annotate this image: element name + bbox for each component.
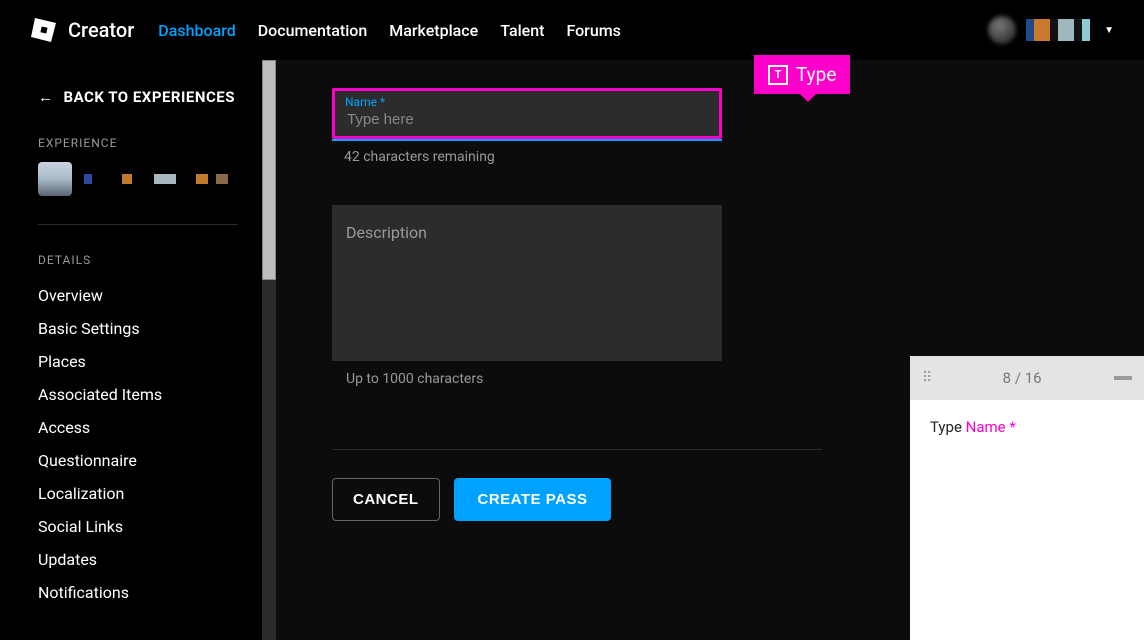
- user-badge: [1026, 19, 1090, 41]
- sidebar-item-places[interactable]: Places: [38, 345, 238, 378]
- sidebar-item-questionnaire[interactable]: Questionnaire: [38, 444, 238, 477]
- sidebar-item-associated-items[interactable]: Associated Items: [38, 378, 238, 411]
- experience-chips: [84, 174, 228, 184]
- back-label: BACK TO EXPERIENCES: [64, 88, 235, 106]
- sidebar-item-basic-settings[interactable]: Basic Settings: [38, 312, 238, 345]
- logo[interactable]: Creator: [30, 16, 134, 44]
- name-field-group: Name *: [332, 88, 722, 139]
- description-hint: Up to 1000 characters: [332, 361, 722, 387]
- description-field-group[interactable]: Description: [332, 205, 722, 361]
- chevron-down-icon[interactable]: ▼: [1104, 25, 1114, 36]
- nav-marketplace[interactable]: Marketplace: [389, 21, 478, 40]
- description-label: Description: [346, 223, 708, 242]
- type-callout-label: Type: [796, 63, 836, 86]
- cancel-button[interactable]: CANCEL: [332, 478, 440, 521]
- tutorial-panel-header: ⠿ 8 / 16: [910, 356, 1144, 400]
- step-counter: 8 / 16: [1003, 369, 1042, 387]
- drag-handle-icon[interactable]: ⠿: [922, 370, 930, 386]
- sidebar-item-notifications[interactable]: Notifications: [38, 576, 238, 609]
- sidebar-divider: [38, 224, 238, 225]
- sidebar: ← BACK TO EXPERIENCES EXPERIENCE DETAILS…: [0, 60, 276, 640]
- arrow-left-icon: ←: [38, 88, 54, 106]
- nav-dashboard[interactable]: Dashboard: [158, 21, 235, 40]
- sidebar-item-access[interactable]: Access: [38, 411, 238, 444]
- type-callout: T Type: [754, 55, 850, 94]
- back-to-experiences[interactable]: ← BACK TO EXPERIENCES: [38, 60, 238, 136]
- minimize-icon[interactable]: [1114, 376, 1132, 380]
- content-divider: [332, 449, 822, 450]
- nav-documentation[interactable]: Documentation: [258, 21, 368, 40]
- experience-header: EXPERIENCE: [38, 136, 238, 162]
- sidebar-item-social-links[interactable]: Social Links: [38, 510, 238, 543]
- details-header: DETAILS: [38, 253, 238, 279]
- top-nav: Creator Dashboard Documentation Marketpl…: [0, 0, 1144, 60]
- name-input[interactable]: [335, 91, 719, 136]
- roblox-logo-icon: [30, 16, 58, 44]
- sidebar-scrollbar-track[interactable]: [262, 60, 276, 640]
- nav-links: Dashboard Documentation Marketplace Tale…: [158, 21, 621, 40]
- form-area: Name * 42 characters remaining Descripti…: [332, 60, 722, 521]
- type-icon: T: [768, 65, 788, 85]
- sidebar-item-localization[interactable]: Localization: [38, 477, 238, 510]
- sidebar-item-updates[interactable]: Updates: [38, 543, 238, 576]
- topnav-right: ▼: [988, 16, 1114, 44]
- name-label: Name *: [345, 95, 385, 109]
- tutorial-panel: ⠿ 8 / 16 Type Name *: [910, 356, 1144, 640]
- button-row: CANCEL CREATE PASS: [332, 478, 722, 521]
- create-pass-button[interactable]: CREATE PASS: [454, 478, 612, 521]
- name-remaining: 42 characters remaining: [332, 141, 722, 165]
- nav-talent[interactable]: Talent: [500, 21, 544, 40]
- sidebar-scrollbar-thumb[interactable]: [262, 60, 276, 280]
- tutorial-panel-body: Type Name *: [910, 400, 1144, 454]
- experience-thumbnail: [38, 162, 72, 196]
- experience-card[interactable]: [38, 162, 238, 224]
- avatar[interactable]: [988, 16, 1016, 44]
- nav-forums[interactable]: Forums: [566, 21, 620, 40]
- instruction-prefix: Type: [930, 418, 966, 436]
- brand-text: Creator: [68, 18, 134, 42]
- topnav-left: Creator Dashboard Documentation Marketpl…: [30, 16, 621, 44]
- instruction-highlight: Name *: [966, 418, 1016, 436]
- sidebar-item-overview[interactable]: Overview: [38, 279, 238, 312]
